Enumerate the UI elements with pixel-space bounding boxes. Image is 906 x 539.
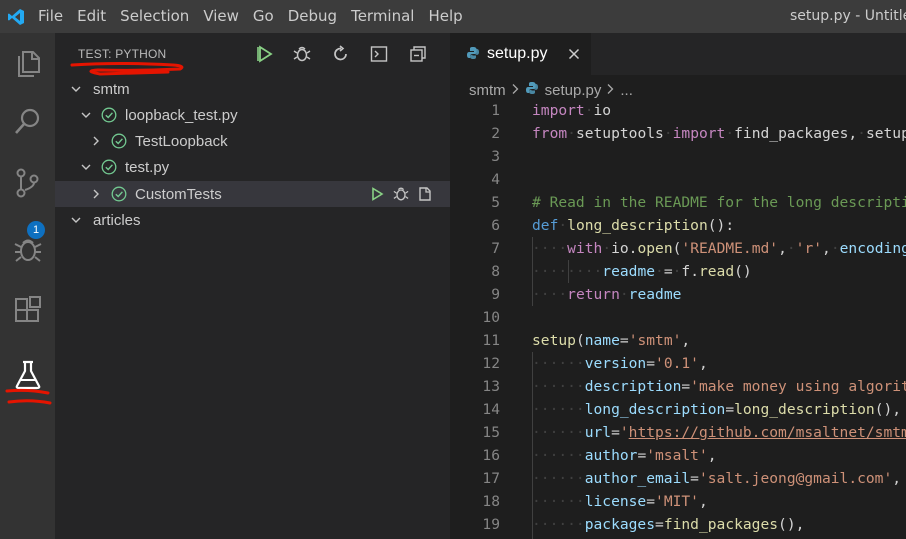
- row-actions: [368, 185, 434, 203]
- tree-class-testloopback[interactable]: TestLoopback: [55, 128, 450, 154]
- menu-help[interactable]: Help: [421, 0, 469, 33]
- test-sidebar: TEST: PYTHON smtm loopback_test.py TestL…: [55, 33, 450, 539]
- chevron-down-icon[interactable]: [68, 212, 84, 228]
- code-line: 15 ······url='https://github.com/msaltnet…: [482, 424, 906, 441]
- source-control-icon: [16, 168, 38, 198]
- code-line: 9 ····return·readme: [491, 286, 682, 303]
- chevron-down-icon[interactable]: [68, 81, 84, 97]
- debug-test-button[interactable]: [392, 185, 410, 203]
- breadcrumb-item[interactable]: smtm: [469, 82, 506, 99]
- search-activity[interactable]: [0, 95, 55, 147]
- run-icon: [372, 187, 384, 201]
- tab-setup-py[interactable]: setup.py: [450, 33, 591, 75]
- debug-activity[interactable]: [0, 223, 55, 275]
- tree-label: smtm: [93, 80, 130, 98]
- tree-label: loopback_test.py: [125, 106, 238, 124]
- collapse-all-button[interactable]: [407, 43, 429, 65]
- source-control-activity[interactable]: [0, 157, 55, 209]
- extensions-icon: [14, 296, 41, 322]
- activity-bar: 1: [0, 33, 55, 539]
- menu-view[interactable]: View: [196, 0, 246, 33]
- code-line: 13 ······description='make money using al…: [482, 378, 906, 395]
- close-icon[interactable]: [566, 46, 582, 62]
- bug-icon: [293, 46, 311, 62]
- tree-folder-smtm[interactable]: smtm: [55, 76, 450, 102]
- menu-go[interactable]: Go: [246, 0, 281, 33]
- code-line: 6 def·long_description():: [491, 217, 735, 234]
- vscode-logo-icon: [0, 0, 31, 33]
- code-line: 7 ····with·io.open('README.md',·'r',·enco…: [491, 240, 906, 257]
- search-icon: [14, 108, 39, 134]
- breadcrumb-item[interactable]: setup.py: [545, 82, 602, 99]
- refresh-tests-button[interactable]: [330, 43, 352, 65]
- code-editor[interactable]: 1 import·io 2 from·setuptools·import·find_…: [450, 99, 906, 539]
- chevron-down-icon[interactable]: [78, 159, 94, 175]
- code-line: 1 import·io: [491, 102, 612, 119]
- extensions-activity[interactable]: [0, 285, 55, 337]
- tree-label: TestLoopback: [135, 132, 228, 150]
- python-file-icon: [466, 45, 480, 64]
- breadcrumb: smtm setup.py ...: [469, 79, 633, 101]
- pass-check-icon: [111, 186, 127, 202]
- menu-edit[interactable]: Edit: [70, 0, 113, 33]
- tree-label: test.py: [125, 158, 170, 176]
- tree-file-loopback-test[interactable]: loopback_test.py: [55, 102, 450, 128]
- tree-file-test[interactable]: test.py: [55, 154, 450, 180]
- run-all-tests-button[interactable]: [254, 43, 276, 65]
- tree-class-customtests[interactable]: CustomTests: [55, 181, 450, 207]
- chevron-right-icon: [606, 82, 615, 99]
- show-output-button[interactable]: [368, 43, 390, 65]
- code-line: 14 ······long_description=long_descriptio…: [482, 401, 902, 418]
- pass-check-icon: [111, 133, 127, 149]
- chevron-right-icon[interactable]: [88, 133, 104, 149]
- code-line: 10: [482, 309, 500, 326]
- open-test-file-button[interactable]: [416, 185, 434, 203]
- tree-label: articles: [93, 211, 141, 229]
- tab-bar: setup.py: [450, 33, 906, 75]
- code-line: 3: [491, 148, 500, 165]
- chevron-right-icon: [511, 82, 520, 99]
- collapse-all-icon: [410, 46, 426, 62]
- debug-all-tests-button[interactable]: [291, 43, 313, 65]
- code-line: 16 ······author='msalt',: [482, 447, 717, 464]
- menu-debug[interactable]: Debug: [281, 0, 344, 33]
- code-line: 12 ······version='0.1',: [482, 355, 708, 372]
- menu-selection[interactable]: Selection: [113, 0, 196, 33]
- code-line: 19 ······packages=find_packages(),: [482, 516, 805, 533]
- code-line: 2 from·setuptools·import·find_packages,·s…: [491, 125, 906, 142]
- tab-label: setup.py: [487, 45, 548, 62]
- title-bar: File Edit Selection View Go Debug Termin…: [0, 0, 906, 33]
- refresh-icon: [334, 45, 347, 61]
- pass-check-icon: [101, 159, 117, 175]
- editor-area: setup.py smtm setup.py ... 1 import·io 2f…: [450, 33, 906, 539]
- files-icon: [17, 51, 40, 77]
- chevron-right-icon[interactable]: [88, 186, 104, 202]
- test-activity[interactable]: [0, 349, 55, 401]
- flask-icon: [15, 360, 40, 390]
- breadcrumb-item[interactable]: ...: [620, 82, 633, 99]
- code-line: 8 ········readme·=·f.read(): [491, 263, 752, 280]
- menu-file[interactable]: File: [31, 0, 70, 33]
- chevron-down-icon[interactable]: [78, 107, 94, 123]
- python-file-icon: [525, 81, 539, 99]
- menu-terminal[interactable]: Terminal: [344, 0, 421, 33]
- terminal-icon: [370, 46, 388, 62]
- run-icon: [257, 45, 273, 63]
- window-title: setup.py - Untitled: [790, 8, 906, 24]
- sidebar-title: TEST: PYTHON: [78, 47, 167, 61]
- code-line: 11 setup(name='smtm',: [482, 332, 691, 349]
- go-to-file-icon: [419, 187, 431, 201]
- bug-icon: [393, 187, 409, 201]
- code-line: 4: [491, 171, 500, 188]
- code-line: 18 ······license='MIT',: [482, 493, 708, 510]
- code-line: 17 ······author_email='salt.jeong@gmail.c…: [482, 470, 902, 487]
- tree-folder-articles[interactable]: articles: [55, 207, 450, 233]
- explorer-activity[interactable]: [0, 36, 55, 88]
- pass-check-icon: [101, 107, 117, 123]
- run-test-button[interactable]: [368, 185, 386, 203]
- code-line: 5 # Read in the README for the long descr…: [491, 194, 906, 211]
- tree-label: CustomTests: [135, 185, 222, 203]
- bug-icon: [14, 239, 41, 262]
